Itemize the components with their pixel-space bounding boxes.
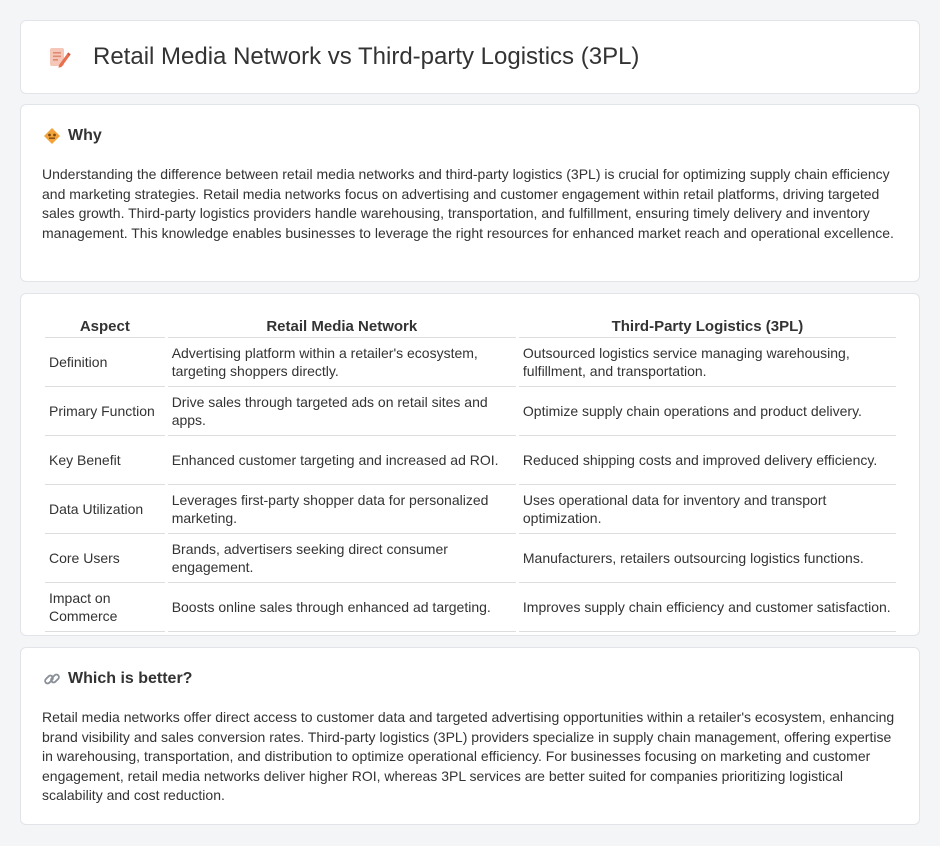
table-row: Key Benefit Enhanced customer targeting … (45, 436, 896, 485)
why-text: Understanding the difference between ret… (42, 166, 894, 241)
table-header-row: Aspect Retail Media Network Third-Party … (45, 316, 896, 338)
3pl-cell: Optimize supply chain operations and pro… (518, 387, 896, 436)
retail-media-cell: Advertising platform within a retailer's… (167, 338, 516, 387)
aspect-cell: Definition (45, 338, 165, 387)
why-section: Why Understanding the difference between… (20, 104, 920, 282)
column-header-retail-media: Retail Media Network (167, 316, 516, 338)
table-row: Definition Advertising platform within a… (45, 338, 896, 387)
retail-media-cell: Drive sales through targeted ads on reta… (167, 387, 516, 436)
table-row: Primary Function Drive sales through tar… (45, 387, 896, 436)
3pl-cell: Manufacturers, retailers outsourcing log… (518, 534, 896, 583)
aspect-cell: Impact on Commerce (45, 583, 165, 632)
table-row: Core Users Brands, advertisers seeking d… (45, 534, 896, 583)
aspect-cell: Primary Function (45, 387, 165, 436)
3pl-cell: Outsourced logistics service managing wa… (518, 338, 896, 387)
header-card: Retail Media Network vs Third-party Logi… (20, 20, 920, 94)
title-row: Retail Media Network vs Third-party Logi… (47, 43, 639, 71)
column-header-3pl: Third-Party Logistics (3PL) (518, 316, 896, 338)
which-is-better-section: Which is better? Retail media networks o… (20, 647, 920, 825)
table-row: Data Utilization Leverages first-party s… (45, 485, 896, 534)
retail-media-cell: Boosts online sales through enhanced ad … (167, 583, 516, 632)
table-row: Impact on Commerce Boosts online sales t… (45, 583, 896, 632)
3pl-cell: Improves supply chain efficiency and cus… (518, 583, 896, 632)
retail-media-cell: Leverages first-party shopper data for p… (167, 485, 516, 534)
3pl-cell: Uses operational data for inventory and … (518, 485, 896, 534)
comparison-table: Aspect Retail Media Network Third-Party … (42, 316, 899, 632)
retail-media-cell: Enhanced customer targeting and increase… (167, 436, 516, 485)
column-header-aspect: Aspect (45, 316, 165, 338)
better-text: Retail media networks offer direct acces… (42, 709, 895, 804)
why-heading: Why (43, 127, 102, 145)
retail-media-cell: Brands, advertisers seeking direct consu… (167, 534, 516, 583)
diamond-sign-icon (43, 127, 61, 145)
why-title: Why (68, 127, 102, 144)
aspect-cell: Core Users (45, 534, 165, 583)
aspect-cell: Data Utilization (45, 485, 165, 534)
document-pencil-icon (47, 45, 71, 69)
aspect-cell: Key Benefit (45, 436, 165, 485)
better-heading: Which is better? (43, 670, 192, 688)
3pl-cell: Reduced shipping costs and improved deli… (518, 436, 896, 485)
page-title: Retail Media Network vs Third-party Logi… (93, 43, 640, 70)
comparison-section: Aspect Retail Media Network Third-Party … (20, 293, 920, 636)
link-icon (43, 670, 61, 688)
better-title: Which is better? (68, 670, 193, 687)
